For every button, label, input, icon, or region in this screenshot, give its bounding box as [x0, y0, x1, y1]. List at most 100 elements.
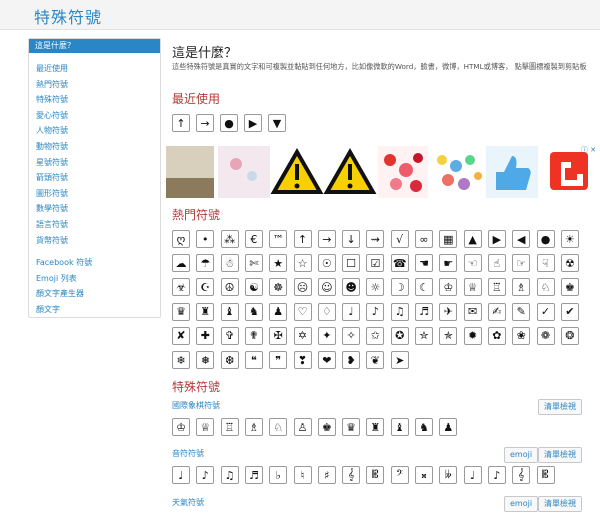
popular-symbol-button[interactable]: ❄ — [172, 351, 190, 369]
popular-symbol-button[interactable]: ™ — [269, 230, 288, 248]
sidebar-item-10[interactable]: 語言符號 — [29, 217, 160, 233]
popular-symbol-button[interactable]: ▦ — [439, 230, 458, 248]
popular-symbol-button[interactable]: ✧ — [342, 326, 361, 345]
site-title[interactable]: 特殊符號 — [34, 4, 102, 28]
weather-emoji-button[interactable]: emoji — [504, 496, 539, 512]
popular-symbol-button[interactable]: ✔ — [560, 302, 579, 321]
popular-symbol-button[interactable]: ✹ — [463, 326, 482, 345]
popular-symbol-button[interactable]: ✍ — [487, 302, 506, 321]
popular-symbol-button[interactable]: ☣ — [172, 278, 190, 297]
chess-symbol-button[interactable]: ♖ — [220, 418, 239, 436]
popular-symbol-button[interactable]: ☑ — [366, 254, 385, 273]
popular-symbol-button[interactable]: € — [244, 230, 263, 248]
popular-symbol-button[interactable]: ♝ — [220, 302, 239, 321]
popular-symbol-button[interactable]: ✚ — [196, 326, 215, 345]
sidebar-link-2[interactable]: 顏文字產生器 — [29, 286, 160, 302]
popular-symbol-button[interactable]: ❣ — [293, 351, 312, 369]
sidebar-item-2[interactable]: 特殊符號 — [29, 92, 160, 108]
popular-symbol-button[interactable]: → — [317, 230, 336, 248]
popular-symbol-button[interactable]: ❁ — [536, 326, 555, 345]
popular-symbol-button[interactable]: ✩ — [366, 326, 385, 345]
recent-symbol-button[interactable]: ▶ — [244, 114, 262, 132]
sidebar-item-0[interactable]: 最近使用 — [29, 61, 160, 77]
popular-symbol-button[interactable]: ☚ — [415, 254, 433, 273]
popular-symbol-button[interactable]: ❞ — [269, 351, 288, 369]
popular-symbol-button[interactable]: ☸ — [269, 278, 288, 297]
weather-list-view-button[interactable]: 清單檢視 — [538, 496, 582, 512]
music-symbol-button[interactable]: ♩ — [463, 466, 482, 484]
chess-symbol-button[interactable]: ♗ — [244, 418, 263, 436]
music-symbol-button[interactable]: 𝄡 — [536, 466, 555, 484]
popular-symbol-button[interactable]: ↓ — [342, 230, 361, 248]
popular-symbol-button[interactable]: ✎ — [512, 302, 531, 321]
popular-symbol-button[interactable]: ✉ — [463, 302, 482, 321]
popular-symbol-button[interactable]: ❅ — [196, 351, 215, 369]
popular-symbol-button[interactable]: ♞ — [244, 302, 263, 321]
sidebar-item-5[interactable]: 動物符號 — [29, 139, 160, 155]
chess-symbol-button[interactable]: ♔ — [172, 418, 190, 436]
popular-symbol-button[interactable]: ↑ — [293, 230, 312, 248]
chess-symbol-button[interactable]: ♚ — [317, 418, 336, 436]
popular-symbol-button[interactable]: ☟ — [536, 254, 555, 273]
sidebar-item-7[interactable]: 箭頭符號 — [29, 170, 160, 186]
sidebar-item-6[interactable]: 星號符號 — [29, 155, 160, 171]
popular-symbol-button[interactable]: ➤ — [390, 351, 409, 369]
popular-symbol-button[interactable]: ☽ — [390, 278, 409, 297]
music-symbol-button[interactable]: ♪ — [196, 466, 215, 484]
popular-symbol-button[interactable]: ▶ — [487, 230, 506, 248]
chess-symbol-button[interactable]: ♜ — [366, 418, 385, 436]
popular-symbol-button[interactable]: ✦ — [317, 326, 336, 345]
popular-symbol-button[interactable]: ☢ — [560, 254, 579, 273]
music-symbol-button[interactable]: ♫ — [220, 466, 239, 484]
popular-symbol-button[interactable]: ∞ — [415, 230, 433, 248]
music-list-view-button[interactable]: 清單檢視 — [538, 447, 582, 463]
popular-symbol-button[interactable]: ☞ — [512, 254, 531, 273]
popular-symbol-button[interactable]: ☪ — [196, 278, 215, 297]
music-symbol-button[interactable]: ♯ — [317, 466, 336, 484]
music-symbol-button[interactable]: ♭ — [269, 466, 288, 484]
popular-symbol-button[interactable]: ✡ — [293, 326, 312, 345]
popular-symbol-button[interactable]: ♬ — [415, 302, 433, 321]
popular-symbol-button[interactable]: ✓ — [536, 302, 555, 321]
sidebar-item-8[interactable]: 圖形符號 — [29, 186, 160, 202]
music-symbol-button[interactable]: 𝄞 — [342, 466, 361, 484]
music-section-title[interactable]: 音符符號 — [172, 448, 204, 459]
sidebar-link-1[interactable]: Emoji 列表 — [29, 271, 160, 287]
music-symbol-button[interactable]: 𝄢 — [390, 466, 409, 484]
popular-symbol-button[interactable]: ❀ — [512, 326, 531, 345]
chess-symbol-button[interactable]: ♘ — [269, 418, 288, 436]
popular-symbol-button[interactable]: ● — [536, 230, 555, 248]
popular-symbol-button[interactable]: √ — [390, 230, 409, 248]
popular-symbol-button[interactable]: ☉ — [317, 254, 336, 273]
popular-symbol-button[interactable]: ☁ — [172, 254, 190, 273]
popular-symbol-button[interactable]: ❤ — [317, 351, 336, 369]
ad-images[interactable] — [166, 146, 600, 198]
music-symbol-button[interactable]: ♬ — [244, 466, 263, 484]
popular-symbol-button[interactable]: ☜ — [463, 254, 482, 273]
sidebar-link-3[interactable]: 顏文字 — [29, 302, 160, 318]
recent-symbol-button[interactable]: ● — [220, 114, 238, 132]
popular-symbol-button[interactable]: ♖ — [487, 278, 506, 297]
popular-symbol-button[interactable]: ☮ — [220, 278, 239, 297]
chess-symbol-button[interactable]: ♙ — [293, 418, 312, 436]
popular-symbol-button[interactable]: ☝ — [487, 254, 506, 273]
popular-symbol-button[interactable]: ♜ — [196, 302, 215, 321]
popular-symbol-button[interactable]: • — [196, 230, 215, 248]
sidebar-item-3[interactable]: 愛心符號 — [29, 108, 160, 124]
recent-symbol-button[interactable]: ▼ — [268, 114, 286, 132]
popular-symbol-button[interactable]: ☼ — [366, 278, 385, 297]
popular-symbol-button[interactable]: ❥ — [342, 351, 361, 369]
sidebar-link-0[interactable]: Facebook 符號 — [29, 255, 160, 271]
popular-symbol-button[interactable]: ♕ — [463, 278, 482, 297]
music-symbol-button[interactable]: ♮ — [293, 466, 312, 484]
popular-symbol-button[interactable]: ◀ — [512, 230, 531, 248]
music-symbol-button[interactable]: 𝄞 — [512, 466, 531, 484]
popular-symbol-button[interactable]: ✠ — [269, 326, 288, 345]
popular-symbol-button[interactable]: ♢ — [317, 302, 336, 321]
popular-symbol-button[interactable]: ☹ — [293, 278, 312, 297]
chess-symbol-button[interactable]: ♞ — [415, 418, 433, 436]
popular-symbol-button[interactable]: ✈ — [439, 302, 458, 321]
popular-symbol-button[interactable]: ☀ — [560, 230, 579, 248]
chess-list-view-button[interactable]: 清單檢視 — [538, 399, 582, 415]
music-symbol-button[interactable]: ♪ — [487, 466, 506, 484]
